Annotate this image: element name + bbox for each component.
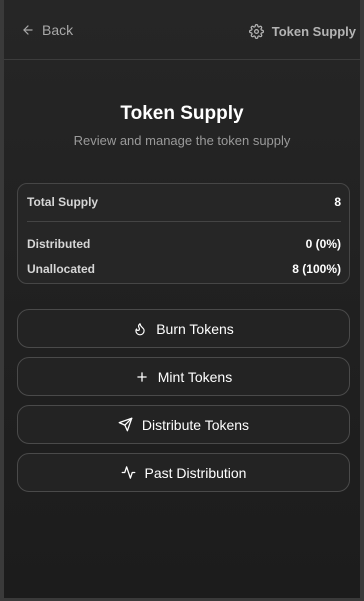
breadcrumb-label: Token Supply	[271, 23, 356, 39]
burn-tokens-label: Burn Tokens	[156, 320, 234, 337]
unallocated-row: Unallocated 8 (100%)	[27, 261, 341, 277]
send-icon	[118, 417, 133, 432]
back-button[interactable]: Back	[21, 19, 73, 41]
plus-icon	[137, 371, 147, 382]
past-distribution-label: Past Distribution	[144, 464, 247, 481]
mint-tokens-button[interactable]: Mint Tokens	[17, 357, 350, 396]
distribute-tokens-label: Distribute Tokens	[141, 416, 250, 433]
back-label: Back	[42, 22, 74, 38]
token-supply-panel: Back Token Supply Token Supply Review an…	[0, 0, 364, 601]
supply-summary-card: Total Supply 8 Distributed 0 (0%) Unallo…	[17, 183, 350, 284]
flame-icon	[135, 322, 145, 335]
summary-divider	[27, 221, 341, 222]
mint-tokens-label: Mint Tokens	[157, 368, 233, 385]
total-supply-row: Total Supply 8	[27, 194, 341, 210]
distributed-label: Distributed	[27, 237, 91, 251]
gear-icon	[248, 23, 264, 39]
activity-icon	[121, 466, 135, 479]
unallocated-value: 8 (100%)	[292, 262, 341, 276]
total-supply-value: 8	[334, 195, 341, 209]
total-supply-label: Total Supply	[27, 195, 99, 209]
page-subtitle: Review and manage the token supply	[73, 133, 291, 148]
arrow-left-icon	[23, 25, 33, 35]
past-distribution-button[interactable]: Past Distribution	[17, 453, 350, 492]
unallocated-label: Unallocated	[27, 262, 96, 276]
distribute-tokens-button[interactable]: Distribute Tokens	[17, 405, 350, 444]
distributed-row: Distributed 0 (0%)	[27, 236, 341, 252]
page-breadcrumb: Token Supply	[248, 20, 356, 42]
burn-tokens-button[interactable]: Burn Tokens	[17, 309, 350, 348]
header-bar: Back Token Supply	[4, 0, 360, 60]
distributed-value: 0 (0%)	[305, 237, 341, 251]
page-title: Token Supply	[120, 103, 244, 124]
